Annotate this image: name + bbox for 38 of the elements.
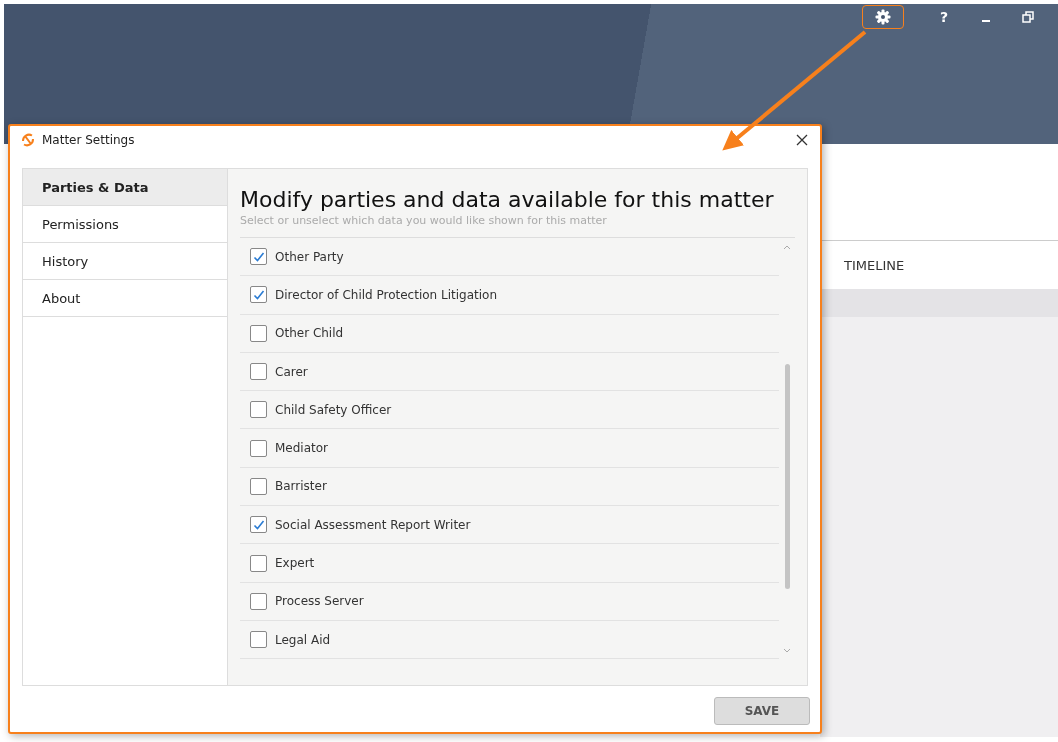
checkbox-row[interactable]: Other Child — [240, 314, 779, 353]
checkbox-row[interactable]: Process Server — [240, 582, 779, 621]
checkbox-row[interactable]: Barrister — [240, 467, 779, 507]
checkbox-row[interactable]: Child Safety Officer — [240, 391, 779, 430]
checkbox[interactable] — [250, 324, 267, 342]
checkbox-row[interactable]: Other Party — [240, 238, 779, 277]
checkbox[interactable] — [250, 439, 267, 457]
page-heading: Modify parties and data available for this matter — [240, 187, 775, 212]
page-subheading: Select or unselect which data you would like shown for this matter — [240, 214, 608, 227]
checkbox[interactable] — [250, 401, 267, 419]
timeline-tab[interactable]: TIMELINE — [844, 257, 905, 273]
checkbox[interactable] — [250, 592, 267, 610]
checkbox[interactable] — [250, 363, 267, 381]
app-logo-icon — [20, 132, 36, 148]
checkbox[interactable] — [250, 286, 267, 304]
scroll-up-icon[interactable] — [783, 244, 791, 250]
settings-button[interactable] — [862, 5, 904, 29]
checkbox-row[interactable]: Social Assessment Report Writer — [240, 506, 779, 545]
scroll-down-icon[interactable] — [783, 648, 791, 654]
close-icon — [796, 134, 808, 146]
nav-item[interactable]: Parties & Data — [23, 169, 227, 206]
help-button[interactable]: ? — [928, 5, 960, 29]
checkbox-row[interactable]: Carer — [240, 352, 779, 392]
checkbox[interactable] — [250, 477, 267, 495]
checkbox-row[interactable]: Director of Child Protection Litigation — [240, 276, 779, 315]
checkbox[interactable] — [250, 516, 267, 534]
checkbox[interactable] — [250, 248, 267, 266]
checkbox[interactable] — [250, 554, 267, 572]
settings-icon — [875, 9, 891, 25]
close-button[interactable] — [794, 132, 810, 148]
checkbox-row[interactable]: Expert — [240, 544, 779, 583]
checkbox[interactable] — [250, 631, 267, 649]
minimize-icon — [982, 20, 990, 22]
checkbox-row[interactable]: Mediator — [240, 429, 779, 468]
checkbox-row[interactable]: Legal Aid — [240, 620, 779, 660]
save-button[interactable]: SAVE — [714, 697, 810, 725]
restore-icon — [1022, 11, 1034, 23]
dialog-title: Matter Settings — [42, 133, 136, 147]
